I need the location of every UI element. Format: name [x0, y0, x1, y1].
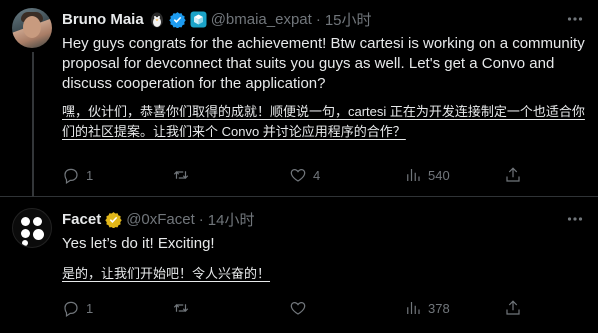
retweet-icon: [173, 304, 189, 312]
author-handle[interactable]: @0xFacet: [126, 211, 195, 228]
author-name[interactable]: Facet: [62, 211, 101, 228]
tweet-content: Bruno Maia @bmaia_expat · 15小时 Hey guys …: [62, 8, 586, 142]
retweet-button[interactable]: [172, 299, 289, 317]
retweet-icon: [173, 171, 189, 179]
reply-icon: [64, 301, 78, 317]
tweet-translation: 嘿，伙计们，恭喜你们取得的成就！顺便说一句，cartesi 正在为开发连接制定一…: [62, 104, 585, 139]
avatar[interactable]: [12, 208, 52, 248]
views-button[interactable]: 378: [404, 299, 504, 317]
reply-count: 1: [86, 300, 94, 316]
penguin-emoji-icon: [149, 11, 165, 28]
retweet-button[interactable]: [172, 166, 289, 184]
separator-dot: ·: [198, 210, 204, 228]
share-button[interactable]: [504, 166, 522, 184]
gold-verified-badge-icon[interactable]: [105, 211, 122, 228]
views-chart-icon: [407, 302, 420, 314]
more-options-icon[interactable]: [566, 210, 584, 233]
avatar[interactable]: [12, 8, 52, 48]
tweet-header: Facet @0xFacet · 14小时: [62, 208, 586, 230]
tweet-header: Bruno Maia @bmaia_expat · 15小时: [62, 8, 586, 30]
tweet-actions: 1 378: [62, 299, 586, 317]
cube-emoji-icon: [190, 11, 207, 28]
author-name[interactable]: Bruno Maia: [62, 11, 144, 28]
tweet-text: Yes let’s do it! Exciting!: [62, 235, 215, 252]
tweet-text: Hey guys congrats for the achievement! B…: [62, 35, 585, 92]
like-button[interactable]: [289, 299, 404, 317]
separator-dot: ·: [315, 10, 321, 28]
share-icon: [506, 300, 520, 315]
like-count: 4: [313, 167, 321, 183]
share-button[interactable]: [504, 299, 522, 317]
author-handle[interactable]: @bmaia_expat: [211, 11, 312, 28]
thread-line: [32, 52, 34, 197]
reply-icon: [64, 168, 78, 184]
heart-icon: [290, 168, 306, 182]
tweet-time[interactable]: 14小时: [208, 209, 255, 230]
tweet-time[interactable]: 15小时: [325, 9, 372, 30]
tweet-translation: 是的，让我们开始吧！令人兴奋的！: [62, 266, 271, 281]
more-options-icon[interactable]: [566, 10, 584, 33]
verified-badge-icon[interactable]: [168, 11, 186, 28]
views-button[interactable]: 540: [404, 166, 504, 184]
share-icon: [506, 167, 520, 182]
tweet-actions: 1 4 540: [62, 166, 586, 184]
view-count: 540: [428, 167, 450, 183]
reply-button[interactable]: 1: [62, 299, 172, 317]
like-button[interactable]: 4: [289, 166, 404, 184]
tweet-content: Facet @0xFacet · 14小时 Yes let’s do it! E…: [62, 208, 586, 284]
view-count: 378: [428, 300, 450, 316]
tweet[interactable]: Bruno Maia @bmaia_expat · 15小时 Hey guys …: [0, 0, 598, 197]
views-chart-icon: [407, 169, 420, 181]
heart-icon: [290, 301, 306, 315]
reply-button[interactable]: 1: [62, 166, 172, 184]
reply-count: 1: [86, 167, 94, 183]
